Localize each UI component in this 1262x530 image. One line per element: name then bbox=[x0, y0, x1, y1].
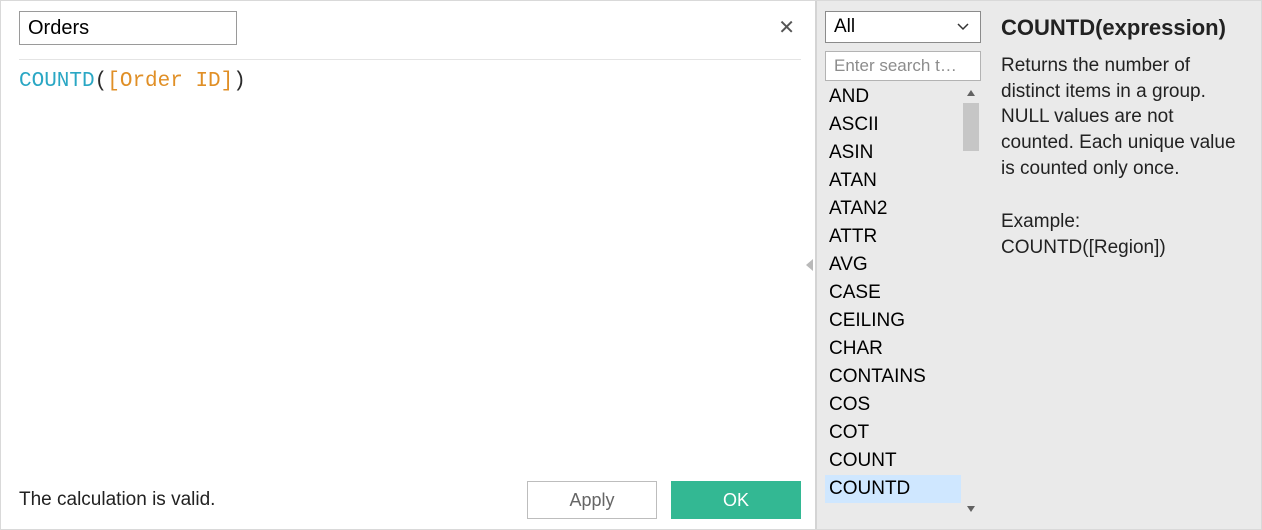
function-item[interactable]: CONTAINS bbox=[825, 363, 961, 391]
collapse-handle-icon[interactable] bbox=[804, 254, 816, 276]
function-item[interactable]: COUNTD bbox=[825, 475, 961, 503]
scrollbar[interactable] bbox=[961, 83, 981, 519]
function-item[interactable]: AVG bbox=[825, 251, 961, 279]
doc-example-code: COUNTD([Region]) bbox=[1001, 235, 1247, 261]
function-item[interactable]: COS bbox=[825, 391, 961, 419]
function-list[interactable]: ANDASCIIASINATANATAN2ATTRAVGCASECEILINGC… bbox=[825, 83, 961, 519]
function-item[interactable]: COUNT bbox=[825, 447, 961, 475]
token-field: [Order ID] bbox=[107, 70, 233, 93]
divider bbox=[19, 59, 801, 60]
function-doc: COUNTD(expression) Returns the number of… bbox=[987, 1, 1261, 529]
category-select-value: All bbox=[834, 16, 855, 38]
function-list-column: All ANDASCIIASINATANATAN2ATTRAVGCASECEIL… bbox=[817, 1, 987, 529]
function-search-input[interactable] bbox=[825, 51, 981, 81]
function-item[interactable]: ATAN2 bbox=[825, 195, 961, 223]
formula-editor[interactable]: COUNTD([Order ID]) bbox=[19, 68, 801, 471]
editor-panel: ✕ COUNTD([Order ID]) The calculation is … bbox=[1, 1, 816, 529]
scroll-thumb[interactable] bbox=[963, 103, 979, 151]
chevron-down-icon bbox=[954, 18, 972, 36]
function-item[interactable]: ATTR bbox=[825, 223, 961, 251]
function-item[interactable]: AND bbox=[825, 83, 961, 111]
apply-button[interactable]: Apply bbox=[527, 481, 657, 519]
reference-panel: All ANDASCIIASINATANATAN2ATTRAVGCASECEIL… bbox=[816, 1, 1261, 529]
function-list-wrap: ANDASCIIASINATANATAN2ATTRAVGCASECEILINGC… bbox=[825, 83, 981, 519]
doc-signature: COUNTD(expression) bbox=[1001, 15, 1247, 41]
calc-name-input[interactable] bbox=[19, 11, 237, 45]
doc-example-label: Example: bbox=[1001, 209, 1247, 235]
function-item[interactable]: ATAN bbox=[825, 167, 961, 195]
function-item[interactable]: COT bbox=[825, 419, 961, 447]
editor-footer: The calculation is valid. Apply OK bbox=[19, 471, 801, 519]
scroll-down-icon[interactable] bbox=[961, 499, 981, 519]
scroll-track[interactable] bbox=[961, 103, 981, 499]
title-row: ✕ bbox=[19, 11, 801, 45]
scroll-up-icon[interactable] bbox=[961, 83, 981, 103]
function-item[interactable]: CHAR bbox=[825, 335, 961, 363]
calc-dialog: ✕ COUNTD([Order ID]) The calculation is … bbox=[0, 0, 1262, 530]
function-item[interactable]: CASE bbox=[825, 279, 961, 307]
ok-button[interactable]: OK bbox=[671, 481, 801, 519]
close-icon[interactable]: ✕ bbox=[772, 18, 801, 38]
token-close-paren: ) bbox=[233, 70, 246, 93]
token-open-paren: ( bbox=[95, 70, 108, 93]
function-item[interactable]: ASIN bbox=[825, 139, 961, 167]
function-item[interactable]: ASCII bbox=[825, 111, 961, 139]
doc-description: Returns the number of distinct items in … bbox=[1001, 53, 1247, 181]
function-item[interactable]: CEILING bbox=[825, 307, 961, 335]
category-select[interactable]: All bbox=[825, 11, 981, 43]
token-function: COUNTD bbox=[19, 70, 95, 93]
validation-status: The calculation is valid. bbox=[19, 489, 215, 511]
